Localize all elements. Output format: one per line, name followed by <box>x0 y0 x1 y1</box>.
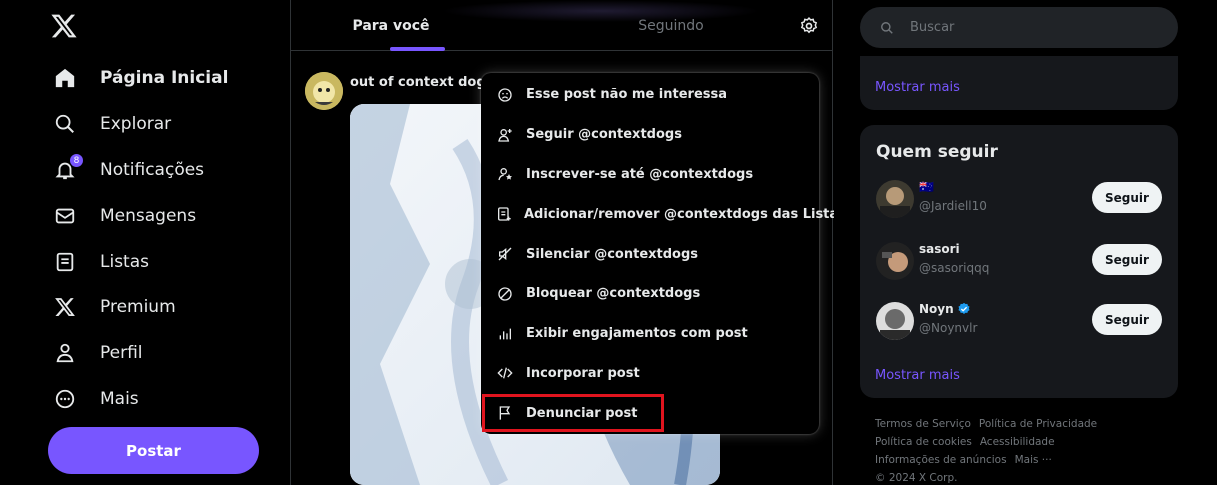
nav-item-home[interactable]: Página Inicial <box>52 58 228 98</box>
code-icon <box>496 364 514 382</box>
avatar[interactable] <box>876 242 914 280</box>
stats-icon <box>496 325 514 343</box>
nav-item-notifications[interactable]: 8 Notificações <box>52 150 204 190</box>
menu-item-label: Adicionar/remover @contextdogs das Lista… <box>524 206 846 222</box>
nav-item-lists[interactable]: Listas <box>52 242 149 282</box>
menu-item-label: Bloquear @contextdogs <box>526 286 701 302</box>
search-placeholder: Buscar <box>910 20 955 35</box>
footer-copyright: © 2024 X Corp. <box>875 472 958 484</box>
menu-item-embed[interactable]: Incorporar post <box>481 354 819 394</box>
suggestion-handle: @Jardiell10 <box>919 199 987 213</box>
follow-button[interactable]: Seguir <box>1092 182 1162 213</box>
footer-link-terms[interactable]: Termos de Serviço <box>875 418 971 430</box>
menu-item-block[interactable]: Bloquear @contextdogs <box>481 274 819 314</box>
mail-icon <box>52 203 78 229</box>
follow-suggestion[interactable]: Noyn @Noynvlr Seguir <box>876 302 1176 346</box>
suggestion-handle: @sasoriqqq <box>919 261 990 275</box>
follow-suggestion[interactable]: sasori @sasoriqqq Seguir <box>876 242 1176 286</box>
follow-button[interactable]: Seguir <box>1092 244 1162 275</box>
sad-face-icon <box>496 86 514 104</box>
menu-item-lists[interactable]: Adicionar/remover @contextdogs das Lista… <box>481 194 846 234</box>
subscribe-user-icon <box>496 165 514 183</box>
footer-links: Termos de Serviço Política de Privacidade… <box>875 415 1175 485</box>
suggestion-name[interactable]: 🇦🇺 <box>919 180 934 194</box>
verified-badge-icon <box>958 302 970 314</box>
who-to-follow-title: Quem seguir <box>876 142 998 162</box>
menu-item-not-interested[interactable]: Esse post não me interessa <box>481 75 819 115</box>
search-icon <box>52 111 78 137</box>
nav-item-label: Premium <box>100 297 176 317</box>
x-logo-icon <box>52 294 78 320</box>
right-sidebar: Buscar Mostrar mais Quem seguir 🇦🇺 @Jard… <box>834 0 1217 485</box>
nav-item-label: Listas <box>100 252 149 272</box>
nav-item-label: Explorar <box>100 114 172 134</box>
nav-item-explore[interactable]: Explorar <box>52 104 171 144</box>
footer-link-ads-info[interactable]: Informações de anúncios <box>875 454 1007 466</box>
person-icon <box>52 340 78 366</box>
menu-item-label: Seguir @contextdogs <box>526 127 682 143</box>
suggestion-handle: @Noynvlr <box>919 321 978 335</box>
bell-icon: 8 <box>52 153 84 183</box>
mute-icon <box>496 245 514 263</box>
menu-item-label: Esse post não me interessa <box>526 87 728 103</box>
nav-item-label: Página Inicial <box>100 68 229 88</box>
post-author-name[interactable]: out of context dogs <box>350 75 493 90</box>
search-input[interactable]: Buscar <box>860 7 1178 48</box>
list-icon <box>52 249 78 275</box>
who-to-follow-show-more-link[interactable]: Mostrar mais <box>875 368 960 383</box>
avatar[interactable] <box>876 180 914 218</box>
menu-item-follow[interactable]: Seguir @contextdogs <box>481 115 819 155</box>
nav-item-premium[interactable]: Premium <box>52 287 176 327</box>
nav-item-label: Perfil <box>100 343 143 363</box>
left-navigation: Página Inicial Explorar 8 Notificações M… <box>0 0 291 485</box>
trends-panel: Mostrar mais <box>860 56 1178 110</box>
menu-item-label: Inscrever-se até @contextdogs <box>526 166 754 182</box>
follow-user-icon <box>496 126 514 144</box>
footer-link-cookies[interactable]: Política de cookies <box>875 436 972 448</box>
more-circle-icon <box>52 386 78 412</box>
nav-item-profile[interactable]: Perfil <box>52 333 143 373</box>
notification-badge: 8 <box>69 153 84 168</box>
nav-item-messages[interactable]: Mensagens <box>52 196 196 236</box>
timeline-tabs: Para você Seguindo <box>291 0 832 51</box>
active-tab-indicator <box>390 47 445 51</box>
follow-button[interactable]: Seguir <box>1092 304 1162 335</box>
list-add-icon <box>496 205 512 223</box>
nav-item-label: Mais <box>100 389 139 409</box>
menu-item-mute[interactable]: Silenciar @contextdogs <box>481 234 819 274</box>
post-options-menu: Esse post não me interessa Seguir @conte… <box>481 73 846 434</box>
suggestion-name[interactable]: Noyn <box>919 302 971 316</box>
tab-for-you[interactable]: Para você <box>291 0 491 51</box>
post-author-avatar[interactable] <box>305 72 343 110</box>
tab-following[interactable]: Seguindo <box>571 0 771 51</box>
x-logo-icon[interactable] <box>50 12 78 40</box>
nav-item-label: Mensagens <box>100 206 197 226</box>
menu-item-label: Exibir engajamentos com post <box>526 326 748 342</box>
follow-suggestion[interactable]: 🇦🇺 @Jardiell10 Seguir <box>876 180 1176 224</box>
footer-link-privacy[interactable]: Política de Privacidade <box>979 418 1097 430</box>
menu-item-subscribe[interactable]: Inscrever-se até @contextdogs <box>481 155 819 195</box>
post-button[interactable]: Postar <box>48 427 259 474</box>
search-icon <box>881 21 893 34</box>
block-icon <box>496 285 514 303</box>
home-icon <box>52 65 78 91</box>
suggestion-name-text: Noyn <box>919 302 954 316</box>
nav-item-label: Notificações <box>100 160 205 180</box>
report-highlight-box <box>482 394 664 432</box>
trends-show-more-link[interactable]: Mostrar mais <box>875 80 960 95</box>
avatar[interactable] <box>876 302 914 340</box>
footer-link-more[interactable]: Mais ··· <box>1015 454 1052 466</box>
suggestion-name[interactable]: sasori <box>919 242 960 256</box>
menu-item-label: Silenciar @contextdogs <box>526 246 699 262</box>
menu-item-label: Incorporar post <box>526 365 640 381</box>
gear-icon[interactable] <box>799 16 819 36</box>
footer-link-accessibility[interactable]: Acessibilidade <box>980 436 1055 448</box>
who-to-follow-panel: Quem seguir 🇦🇺 @Jardiell10 Seguir sasori… <box>860 125 1178 398</box>
nav-item-more[interactable]: Mais <box>52 379 139 419</box>
menu-item-engagements[interactable]: Exibir engajamentos com post <box>481 314 819 354</box>
